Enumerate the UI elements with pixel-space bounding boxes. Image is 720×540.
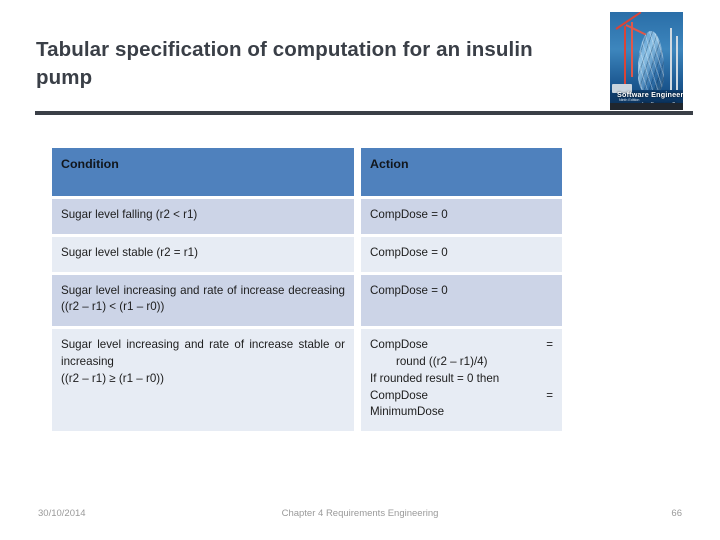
crane-mast-secondary-icon [631, 22, 633, 77]
column-gap [354, 329, 361, 432]
column-gap [354, 148, 361, 196]
cell-condition: Sugar level falling (r2 < r1) [52, 199, 354, 234]
book-cover-bottom-band [610, 103, 683, 110]
column-gap [354, 199, 361, 234]
cell-condition: Sugar level stable (r2 = r1) [52, 236, 354, 272]
footer-page-number: 66 [671, 508, 682, 519]
book-cover-image: Software Engineering Ninth Edition Ian S… [610, 12, 683, 110]
cell-condition: Sugar level increasing and rate of incre… [52, 329, 354, 432]
table-header-row: Condition Action [52, 148, 562, 196]
cell-action: CompDose = 0 [361, 199, 562, 234]
table-row: Sugar level stable (r2 = r1) CompDose = … [52, 236, 562, 272]
table-row: Sugar level falling (r2 < r1) CompDose =… [52, 199, 562, 234]
condition-expression: ((r2 – r1) < (r1 – r0)) [61, 300, 165, 314]
cell-action: CompDose = 0 [361, 236, 562, 272]
table-row: Sugar level increasing and rate of incre… [52, 329, 562, 432]
condition-text: Sugar level increasing and rate of incre… [61, 283, 345, 297]
crane-mast-icon [624, 26, 626, 86]
book-cover-edition: Ninth Edition [619, 98, 640, 102]
column-header-condition: Condition [52, 148, 354, 196]
page-title: Tabular specification of computation for… [36, 38, 533, 90]
action-line-2: round ((r2 – r1)/4) [396, 354, 488, 368]
column-gap [354, 236, 361, 272]
action-line-4: CompDose = [370, 388, 553, 402]
scaffold-pole-secondary-icon [676, 36, 678, 92]
action-line-1: CompDose = [370, 338, 553, 352]
specification-table: Condition Action Sugar level falling (r2… [52, 148, 562, 432]
cell-action: CompDose = round ((r2 – r1)/4) If rounde… [361, 329, 562, 432]
slide-footer: 30/10/2014 Chapter 4 Requirements Engine… [0, 508, 720, 528]
footer-chapter: Chapter 4 Requirements Engineering [281, 508, 439, 519]
scaffold-pole-icon [670, 28, 672, 92]
action-line-5: MinimumDose [370, 405, 445, 419]
column-header-action: Action [361, 148, 562, 196]
cell-action: CompDose = 0 [361, 274, 562, 327]
cell-condition: Sugar level increasing and rate of incre… [52, 274, 354, 327]
table-row: Sugar level increasing and rate of incre… [52, 274, 562, 327]
column-gap [354, 274, 361, 327]
condition-text: Sugar level increasing and rate of incre… [61, 338, 345, 368]
action-line-3: If rounded result = 0 then [370, 371, 500, 385]
title-divider [35, 111, 693, 115]
condition-expression: ((r2 – r1) ≥ (r1 – r0)) [61, 371, 164, 385]
